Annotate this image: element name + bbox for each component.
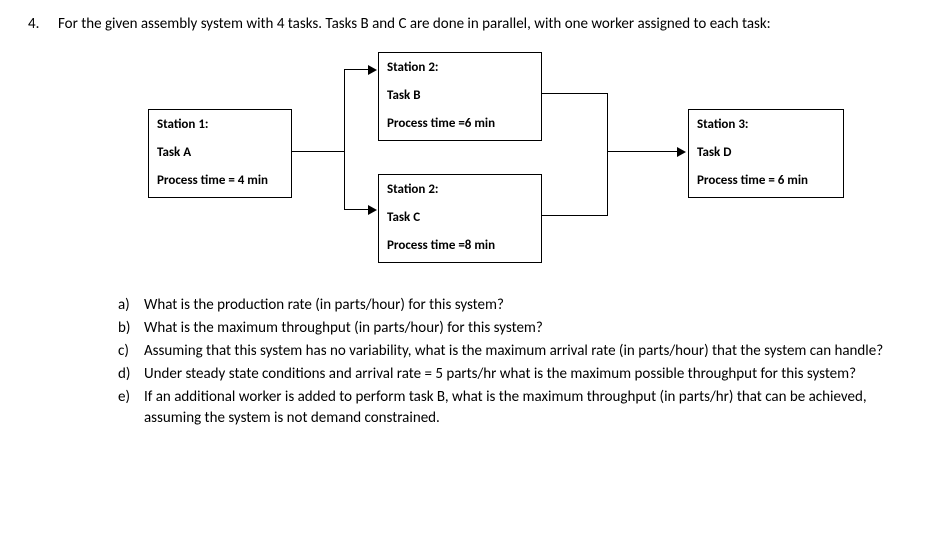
sub-question: a) What is the production rate (in parts… bbox=[118, 295, 903, 316]
sub-question-list: a) What is the production rate (in parts… bbox=[58, 295, 903, 429]
task-label: Task D bbox=[697, 144, 835, 162]
process-diagram: Station 1: Task A Process time = 4 min S… bbox=[78, 47, 838, 283]
sub-question-text: Assuming that this system has no variabi… bbox=[144, 341, 903, 362]
sub-question-text: Under steady state conditions and arriva… bbox=[144, 364, 903, 385]
sub-question-letter: b) bbox=[118, 318, 144, 339]
sub-question-text: What is the production rate (in parts/ho… bbox=[144, 295, 903, 316]
connector-line bbox=[344, 209, 369, 210]
arrow-icon bbox=[368, 65, 377, 75]
question-body: For the given assembly system with 4 tas… bbox=[58, 14, 903, 431]
station-label: Station 1: bbox=[157, 116, 283, 134]
sub-question: b) What is the maximum throughput (in pa… bbox=[118, 318, 903, 339]
task-label: Task A bbox=[157, 144, 283, 162]
station-3-box: Station 3: Task D Process time = 6 min bbox=[688, 109, 844, 198]
connector-line bbox=[542, 215, 607, 216]
process-time-label: Process time = 6 min bbox=[697, 172, 835, 190]
station-label: Station 2: bbox=[387, 181, 533, 199]
station-label: Station 2: bbox=[387, 59, 533, 77]
connector-line bbox=[292, 151, 344, 152]
sub-question: d) Under steady state conditions and arr… bbox=[118, 364, 903, 385]
arrow-icon bbox=[677, 147, 686, 157]
station-2b-box: Station 2: Task B Process time =6 min bbox=[378, 52, 542, 141]
station-2c-box: Station 2: Task C Process time =8 min bbox=[378, 174, 542, 263]
sub-question: c) Assuming that this system has no vari… bbox=[118, 341, 903, 362]
connector-line bbox=[542, 93, 607, 94]
connector-line bbox=[344, 69, 369, 70]
process-time-label: Process time =6 min bbox=[387, 115, 533, 133]
sub-question-letter: c) bbox=[118, 341, 144, 362]
sub-question-letter: a) bbox=[118, 295, 144, 316]
sub-question-letter: d) bbox=[118, 364, 144, 385]
arrow-icon bbox=[368, 205, 377, 215]
sub-question-letter: e) bbox=[118, 387, 144, 429]
connector-line bbox=[607, 151, 678, 152]
task-label: Task B bbox=[387, 87, 533, 105]
process-time-label: Process time =8 min bbox=[387, 237, 533, 255]
process-time-label: Process time = 4 min bbox=[157, 172, 283, 190]
connector-line bbox=[344, 69, 345, 210]
question-wrapper: 4. For the given assembly system with 4 … bbox=[28, 14, 903, 431]
station-label: Station 3: bbox=[697, 116, 835, 134]
question-intro: For the given assembly system with 4 tas… bbox=[58, 14, 903, 35]
task-label: Task C bbox=[387, 209, 533, 227]
sub-question-text: If an additional worker is added to perf… bbox=[144, 387, 903, 429]
question-number: 4. bbox=[28, 14, 58, 431]
station-1-box: Station 1: Task A Process time = 4 min bbox=[148, 109, 292, 198]
sub-question: e) If an additional worker is added to p… bbox=[118, 387, 903, 429]
sub-question-text: What is the maximum throughput (in parts… bbox=[144, 318, 903, 339]
connector-line bbox=[607, 93, 608, 216]
